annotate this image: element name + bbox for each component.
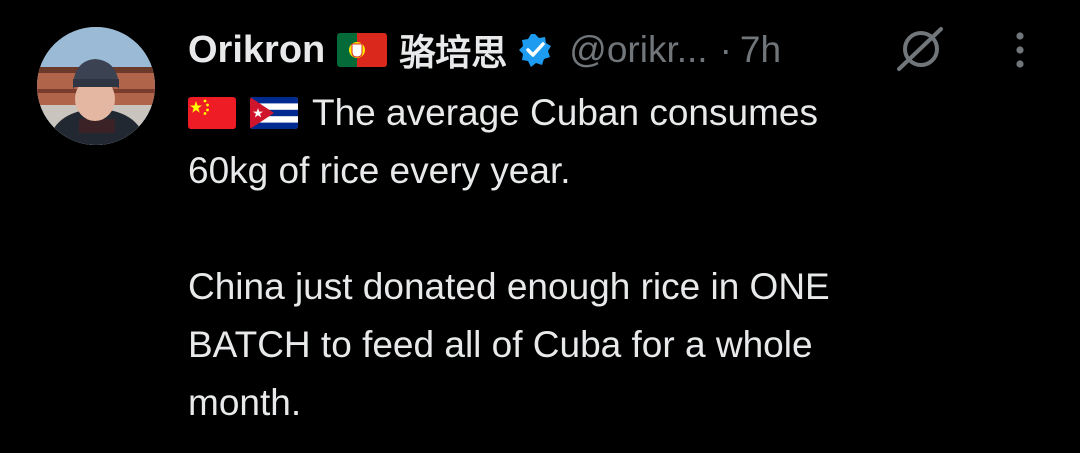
tweet-text-line: The average Cuban consumes xyxy=(188,84,1048,142)
tweet-text-line-1: The average Cuban consumes xyxy=(312,92,818,133)
grok-icon[interactable] xyxy=(895,25,947,73)
tweet-text-line-2: 60kg of rice every year. xyxy=(188,150,571,191)
timestamp[interactable]: 7h xyxy=(740,29,781,71)
tweet-header: Orikron 骆培思 @orikr... · 7h xyxy=(188,26,781,74)
tweet-text-line-5: month. xyxy=(188,382,302,423)
separator-dot: · xyxy=(719,29,732,70)
china-flag-icon xyxy=(188,97,236,129)
handle[interactable]: @orikr... xyxy=(569,29,707,71)
tweet-text: The average Cuban consumes 60kg of rice … xyxy=(188,84,1048,432)
tweet[interactable]: Orikron 骆培思 @orikr... · 7h The average C… xyxy=(0,0,1080,453)
more-vertical-icon[interactable] xyxy=(1007,30,1033,70)
tweet-text-line-4: BATCH to feed all of Cuba for a whole xyxy=(188,324,813,365)
verified-badge-icon xyxy=(517,32,553,68)
portugal-flag-icon xyxy=(337,33,388,67)
chinese-name: 骆培思 xyxy=(399,32,508,73)
display-name[interactable]: Orikron xyxy=(188,29,325,72)
cuba-flag-icon xyxy=(250,97,298,129)
tweet-text-line-3: China just donated enough rice in ONE xyxy=(188,266,830,307)
avatar[interactable] xyxy=(37,27,155,145)
